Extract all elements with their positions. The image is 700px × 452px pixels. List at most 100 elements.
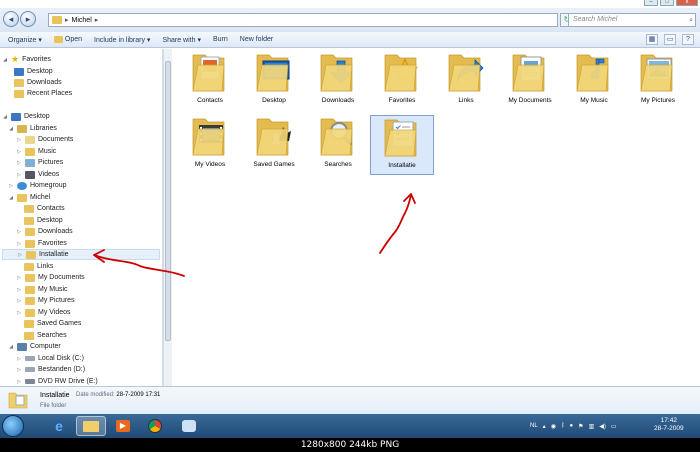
taskbar-internet-explorer[interactable]: e: [44, 416, 74, 436]
nav-recent-places[interactable]: Recent Places: [14, 88, 72, 99]
nav-saved-games[interactable]: Saved Games: [24, 318, 81, 329]
clock-date: 28-7-2009: [654, 425, 684, 432]
nav-my-videos[interactable]: ▷ My Videos: [16, 307, 71, 318]
help-icon[interactable]: ?: [682, 34, 694, 45]
nav-music[interactable]: ▷ Music: [16, 146, 56, 157]
expanded-arrow-icon[interactable]: ◢: [2, 57, 8, 63]
search-input[interactable]: Search Michel ⌕: [568, 13, 696, 27]
burn-button[interactable]: Burn: [213, 36, 228, 43]
collapsed-arrow-icon[interactable]: ▷: [16, 137, 22, 143]
collapsed-arrow-icon[interactable]: ▷: [16, 172, 22, 178]
nav-pictures[interactable]: ▷ Pictures: [16, 157, 63, 168]
taskbar-media-player[interactable]: ▶: [108, 416, 138, 436]
close-button[interactable]: x: [676, 0, 698, 6]
folder-item-my-videos[interactable]: My Videos: [178, 115, 242, 175]
preview-pane-icon[interactable]: ▭: [664, 34, 676, 45]
expanded-arrow-icon[interactable]: ◢: [8, 344, 14, 350]
nav-desktop-fav[interactable]: Desktop: [14, 66, 53, 77]
music-icon: [25, 147, 35, 156]
nav-downloads-user[interactable]: ▷ Downloads: [16, 226, 73, 237]
collapsed-arrow-icon[interactable]: ▷: [16, 298, 22, 304]
folder-item-contacts[interactable]: Contacts: [178, 51, 242, 111]
expanded-arrow-icon[interactable]: ◢: [8, 126, 14, 132]
include-in-library-button[interactable]: Include in library ▾: [94, 36, 150, 44]
collapsed-arrow-icon[interactable]: ▷: [16, 310, 22, 316]
collapsed-arrow-icon[interactable]: ▷: [16, 149, 22, 155]
taskbar-chrome[interactable]: [140, 416, 170, 436]
nav-desktop[interactable]: ◢ Desktop: [2, 111, 50, 122]
collapsed-arrow-icon[interactable]: ▷: [8, 183, 14, 189]
taskbar-explorer[interactable]: [76, 416, 106, 436]
nav-desktop-user[interactable]: Desktop: [24, 215, 63, 226]
tray-app-icon[interactable]: ◉: [551, 423, 556, 430]
nav-favorites-user[interactable]: ▷ Favorites: [16, 238, 67, 249]
expanded-arrow-icon[interactable]: ◢: [8, 195, 14, 201]
breadcrumb-michel[interactable]: Michel: [72, 17, 92, 24]
organize-button[interactable]: Organize ▾: [8, 36, 42, 44]
volume-icon[interactable]: ◀): [599, 423, 606, 430]
scrollbar-thumb[interactable]: [165, 61, 171, 341]
flag-icon[interactable]: ⚑: [578, 423, 583, 430]
collapsed-arrow-icon[interactable]: ▷: [16, 379, 22, 385]
maximize-button[interactable]: □: [660, 0, 674, 6]
nav-local-disk-c[interactable]: ▷ Local Disk (C:): [16, 353, 84, 364]
folder-item-my-music[interactable]: My Music: [562, 51, 626, 111]
collapsed-arrow-icon[interactable]: ▷: [17, 252, 23, 258]
address-field[interactable]: ▸ Michel ▸: [48, 13, 558, 27]
collapsed-arrow-icon[interactable]: ▷: [16, 160, 22, 166]
nav-contacts[interactable]: Contacts: [24, 203, 65, 214]
battery-icon[interactable]: ▭: [611, 423, 617, 430]
nav-links[interactable]: Links: [24, 261, 53, 272]
nav-my-pictures[interactable]: ▷ My Pictures: [16, 295, 75, 306]
folder-item-desktop[interactable]: Desktop: [242, 51, 306, 111]
nav-scrollbar[interactable]: [163, 49, 172, 386]
folder-item-my-documents[interactable]: My Documents: [498, 51, 562, 111]
collapsed-arrow-icon[interactable]: ▷: [16, 356, 22, 362]
tray-circle-icon[interactable]: ●: [570, 423, 574, 429]
link-arrow-icon: [448, 54, 484, 92]
nav-documents[interactable]: ▷ Documents: [16, 134, 73, 145]
folder-item-saved-games[interactable]: Saved Games: [242, 115, 306, 175]
collapsed-arrow-icon[interactable]: ▷: [16, 229, 22, 235]
nav-favorites[interactable]: ◢ ★ Favorites: [2, 54, 51, 65]
nav-libraries[interactable]: ◢ Libraries: [8, 123, 57, 134]
nav-homegroup[interactable]: ▷ Homegroup: [8, 180, 67, 191]
collapsed-arrow-icon[interactable]: ▷: [16, 241, 22, 247]
folder-item-favorites[interactable]: Favorites: [370, 51, 434, 111]
expanded-arrow-icon[interactable]: ◢: [2, 114, 8, 120]
nav-searches[interactable]: Searches: [24, 330, 67, 341]
forward-button[interactable]: ▸: [20, 11, 36, 27]
nav-installatie[interactable]: ▷ Installatie: [2, 249, 160, 260]
nav-computer[interactable]: ◢ Computer: [8, 341, 61, 352]
collapsed-arrow-icon[interactable]: ▷: [16, 275, 22, 281]
folder-item-installatie[interactable]: Installatie: [370, 115, 434, 175]
language-indicator[interactable]: NL: [530, 423, 538, 429]
folder-item-my-pictures[interactable]: My Pictures: [626, 51, 690, 111]
start-button[interactable]: [2, 415, 24, 437]
nav-downloads-fav[interactable]: Downloads: [14, 77, 62, 88]
folder-item-downloads[interactable]: Downloads: [306, 51, 370, 111]
new-folder-button[interactable]: New folder: [240, 36, 273, 43]
back-button[interactable]: ◂: [3, 11, 19, 27]
nav-michel[interactable]: ◢ Michel: [8, 192, 50, 203]
nav-bestanden-d[interactable]: ▷ Bestanden (D:): [16, 364, 85, 375]
tray-arrow-icon[interactable]: ▴: [543, 423, 546, 430]
network-icon[interactable]: ▥: [589, 423, 595, 430]
nav-my-documents[interactable]: ▷ My Documents: [16, 272, 85, 283]
nav-my-music[interactable]: ▷ My Music: [16, 284, 68, 295]
share-with-button[interactable]: Share with ▾: [162, 36, 201, 44]
details-name: Installatie: [40, 392, 70, 399]
folder-item-searches[interactable]: Searches: [306, 115, 370, 175]
taskbar-paint[interactable]: [174, 416, 204, 436]
picture-icon: [640, 54, 673, 92]
collapsed-arrow-icon[interactable]: ▷: [16, 287, 22, 293]
view-options-icon[interactable]: ▦: [646, 34, 658, 45]
nav-videos[interactable]: ▷ Videos: [16, 169, 59, 180]
minimize-button[interactable]: –: [644, 0, 658, 6]
open-button[interactable]: Open: [53, 36, 82, 43]
folder-item-links[interactable]: Links: [434, 51, 498, 111]
bluetooth-icon[interactable]: ᛒ: [561, 423, 565, 429]
nav-dvd-drive-e[interactable]: ▷ DVD RW Drive (E:): [16, 376, 98, 386]
clock[interactable]: 17:42 28-7-2009: [654, 417, 684, 433]
collapsed-arrow-icon[interactable]: ▷: [16, 367, 22, 373]
